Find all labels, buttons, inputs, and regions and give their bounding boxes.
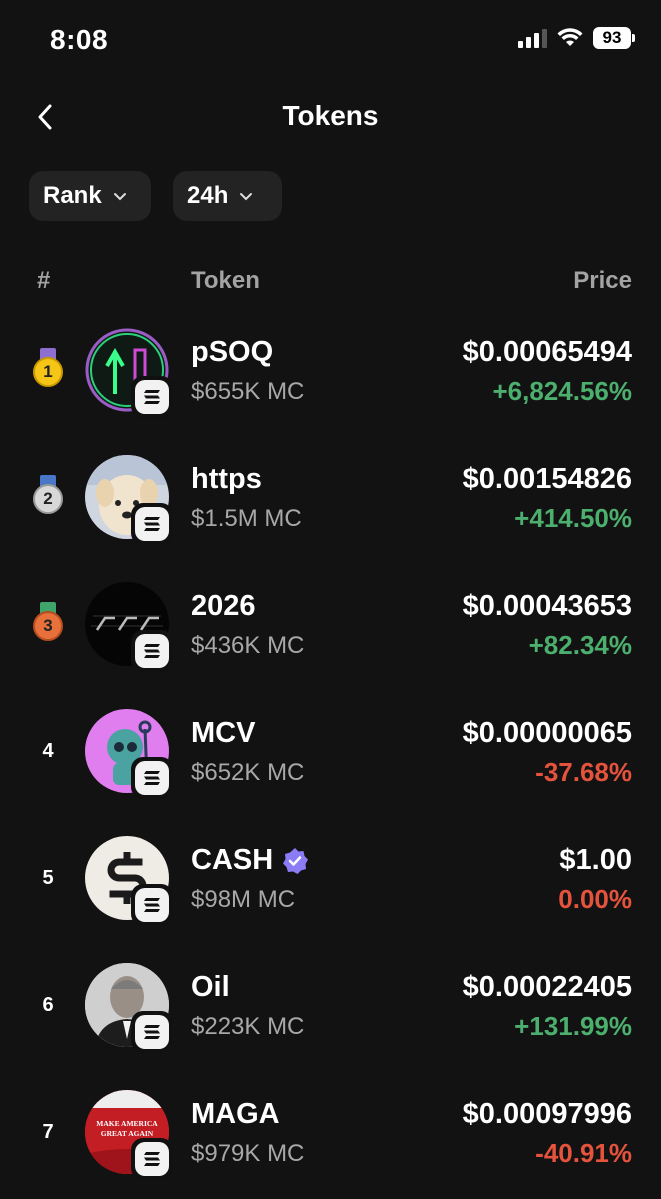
token-price: $0.00154826 — [462, 463, 632, 495]
solana-chain-icon — [131, 1138, 173, 1180]
status-icons: 93 — [518, 27, 635, 49]
token-change: -40.91% — [535, 1138, 632, 1168]
token-name: 2026 — [191, 590, 256, 622]
token-market-cap: $655K MC — [191, 378, 305, 405]
rank-medal-gold: 1 — [30, 348, 66, 392]
verified-badge-icon — [283, 847, 309, 874]
maga-hat-line-1: MAKE AMERICA — [96, 1119, 158, 1128]
token-row[interactable]: 6 Oil $223K MC $0.00022405 +131.99% — [0, 953, 661, 1079]
solana-chain-icon — [131, 630, 173, 672]
cellular-signal-icon — [518, 28, 547, 48]
token-price: $1.00 — [559, 844, 632, 876]
token-price: $0.00000065 — [462, 717, 632, 749]
token-market-cap: $436K MC — [191, 632, 305, 659]
token-name: CASH — [191, 844, 309, 877]
page-title: Tokens — [282, 100, 379, 131]
token-price: $0.00065494 — [462, 336, 632, 368]
token-market-cap: $1.5M MC — [191, 505, 302, 532]
solana-chain-icon — [131, 1011, 173, 1053]
token-change: -37.68% — [535, 757, 632, 787]
token-row[interactable]: 2 https $1.5M MC $0.00154826 +414.50% — [0, 445, 661, 571]
column-header-token[interactable]: Token — [191, 267, 260, 295]
token-row[interactable]: 1 pSOQ $655K MC $0.00065494 +6,824.56% — [0, 318, 661, 444]
token-change: +414.50% — [514, 503, 632, 533]
token-name: pSOQ — [191, 336, 274, 368]
token-change: +6,824.56% — [492, 376, 632, 406]
rank-number: 5 — [42, 866, 54, 889]
token-market-cap: $652K MC — [191, 759, 305, 786]
token-name: https — [191, 463, 262, 495]
token-price: $0.00097996 — [462, 1098, 632, 1130]
token-name: Oil — [191, 971, 230, 1003]
token-name-text: CASH — [191, 844, 274, 876]
status-time: 8:08 — [50, 24, 109, 55]
token-row[interactable]: 5 CASH $98M MC $1.00 0.00% — [0, 826, 661, 952]
wifi-icon — [557, 28, 583, 46]
token-market-cap: $98M MC — [191, 886, 296, 913]
token-name: MAGA — [191, 1098, 280, 1130]
token-row[interactable]: 3 2026 $436K MC $0.00043653 +82.34% — [0, 572, 661, 698]
solana-chain-icon — [131, 884, 173, 926]
period-filter-label: 24h — [187, 182, 229, 209]
token-change: 0.00% — [558, 884, 632, 914]
token-row[interactable]: 4 MCV $652K MC $0.00000065 -37.68% — [0, 699, 661, 825]
rank-filter-label: Rank — [43, 182, 102, 209]
token-change: +131.99% — [514, 1011, 632, 1041]
period-filter-dropdown[interactable]: 24h — [173, 171, 282, 221]
battery-indicator: 93 — [593, 27, 635, 49]
status-bar: 8:08 93 — [0, 0, 661, 80]
token-market-cap: $223K MC — [191, 1013, 305, 1040]
maga-hat-line-2: GREAT AGAIN — [101, 1129, 154, 1138]
solana-chain-icon — [131, 757, 173, 799]
rank-number: 7 — [42, 1120, 54, 1143]
chevron-down-icon — [113, 193, 126, 201]
solana-chain-icon — [131, 503, 173, 545]
column-header-rank: # — [37, 267, 51, 294]
column-header-price[interactable]: Price — [573, 267, 632, 295]
rank-number: 4 — [42, 739, 54, 762]
rank-medal-silver: 2 — [30, 475, 66, 519]
rank-medal-bronze: 3 — [30, 602, 66, 646]
token-price: $0.00022405 — [462, 971, 632, 1003]
rank-filter-dropdown[interactable]: Rank — [29, 171, 151, 221]
token-change: +82.34% — [528, 630, 632, 660]
solana-chain-icon — [131, 376, 173, 418]
token-name: MCV — [191, 717, 256, 749]
rank-number: 6 — [42, 993, 54, 1016]
token-price: $0.00043653 — [462, 590, 632, 622]
chevron-down-icon — [240, 193, 253, 201]
token-row[interactable]: 7 MAKE AMERICA GREAT AGAIN MAGA $979K MC… — [0, 1080, 661, 1199]
token-market-cap: $979K MC — [191, 1140, 305, 1167]
